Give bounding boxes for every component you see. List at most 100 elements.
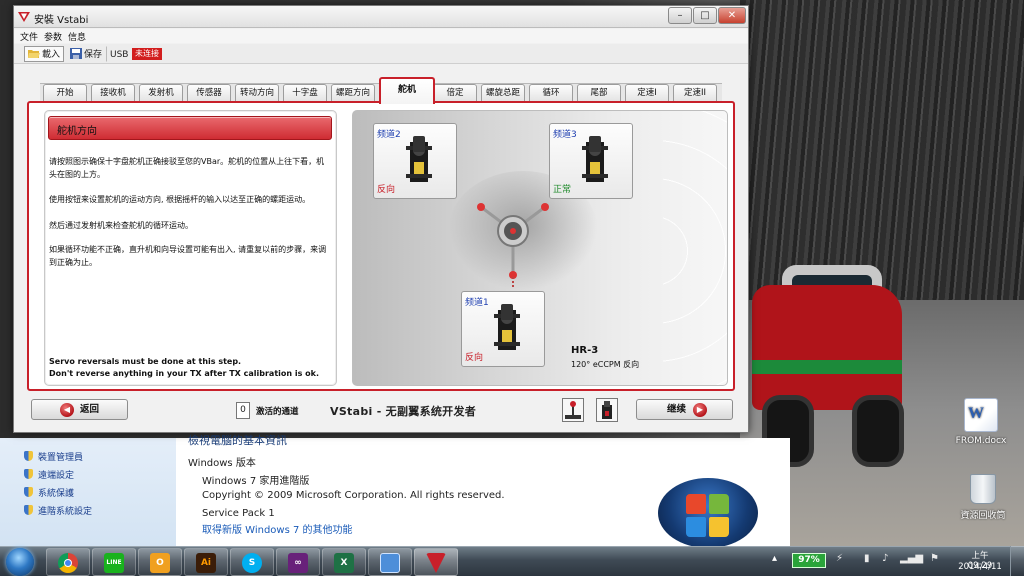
- back-button[interactable]: ◀ 返回: [31, 399, 128, 420]
- taskbar-visual-studio[interactable]: ∞: [276, 548, 320, 576]
- volume-icon[interactable]: ♪: [882, 553, 888, 564]
- copyright-text: Copyright © 2009 Microsoft Corporation. …: [202, 490, 505, 501]
- menu-info[interactable]: 信息: [68, 30, 86, 43]
- servo-tool-button[interactable]: [596, 398, 618, 422]
- instructions-panel: 舵机方向 请按照图示确保十字盘舵机正确接驳至您的VBar。舵机的位置从上往下看，…: [44, 110, 337, 386]
- servo-diagram-panel: 频道2 反向 频道3 正常 频道1 反向 HR-3 120° eCCPM 反向: [352, 110, 728, 386]
- taskbar-excel[interactable]: X: [322, 548, 366, 576]
- back-button-label: 返回: [80, 404, 100, 415]
- servo-icon: [582, 136, 608, 182]
- clock-date[interactable]: 2014/4/11: [956, 562, 1004, 572]
- shield-icon: [24, 505, 33, 515]
- tray-icon[interactable]: ▮: [864, 553, 870, 564]
- tab-transmitter[interactable]: 发射机: [139, 84, 183, 102]
- tab-pitch-direction[interactable]: 螺距方向: [331, 84, 375, 102]
- folder-open-icon: [28, 50, 40, 58]
- menu-file[interactable]: 文件: [20, 30, 38, 43]
- arrow-left-icon: ◀: [60, 403, 74, 417]
- tab-tail[interactable]: 尾部: [577, 84, 621, 102]
- save-button[interactable]: 保存: [66, 46, 106, 62]
- brand-text: VStabi - 无副翼系统开发者: [330, 405, 477, 418]
- decorative-swirl: [663, 111, 727, 385]
- toolbar: 載入 保存 USB 未连接: [14, 44, 748, 64]
- tab-cyclic[interactable]: 循环: [529, 84, 573, 102]
- load-button[interactable]: 載入: [24, 46, 65, 62]
- tab-servo[interactable]: 舵机: [379, 77, 435, 104]
- taskbar-chrome[interactable]: [46, 548, 90, 576]
- illustrator-icon: Ai: [196, 553, 216, 573]
- servo-channel-2[interactable]: 频道2 反向: [373, 123, 457, 199]
- taskbar-remote-desktop[interactable]: [368, 548, 412, 576]
- servo-direction-toggle[interactable]: 反向: [377, 182, 395, 195]
- sidebar-link-device-manager[interactable]: 裝置管理員: [24, 450, 83, 463]
- system-properties-heading: 檢視電腦的基本資訊: [188, 434, 287, 447]
- window-title: 安裝 Vstabi: [34, 15, 89, 26]
- desktop-wallpaper-trees: [740, 0, 1024, 300]
- minimize-button[interactable]: –: [668, 7, 692, 24]
- desktop-icon-recycle-bin[interactable]: 資源回收筒: [948, 474, 1018, 521]
- windows-edition: Windows 7 家用進階版: [202, 476, 310, 487]
- taskbar-skype[interactable]: S: [230, 548, 274, 576]
- servo-channel-3[interactable]: 频道3 正常: [549, 123, 633, 199]
- windows-orb-icon: [6, 548, 34, 576]
- sidebar-link-remote-settings[interactable]: 遠端設定: [24, 468, 74, 481]
- windows-edition-label: Windows 版本: [188, 458, 256, 469]
- tab-governor-1[interactable]: 定速I: [625, 84, 669, 102]
- start-button[interactable]: [3, 547, 37, 576]
- taskbar: LINE O Ai S ∞ X: [0, 546, 1024, 576]
- windows-logo: [658, 478, 758, 548]
- show-desktop-button[interactable]: [1010, 546, 1024, 576]
- tab-swashplate[interactable]: 十字盘: [283, 84, 327, 102]
- servo-direction-toggle[interactable]: 反向: [465, 350, 483, 363]
- servo-channel-label: 频道1: [465, 298, 489, 308]
- tab-sensor[interactable]: 传感器: [187, 84, 231, 102]
- taskbar-illustrator[interactable]: Ai: [184, 548, 228, 576]
- wizard-content: 舵机方向 请按照图示确保十字盘舵机正确接驳至您的VBar。舵机的位置从上往下看，…: [27, 101, 735, 391]
- model-swash-type: 120° eCCPM 反向: [571, 360, 640, 369]
- menu-parameters[interactable]: 参数: [44, 30, 62, 43]
- close-button[interactable]: ✕: [718, 7, 746, 24]
- battery-indicator[interactable]: 97%: [792, 553, 826, 568]
- maximize-button[interactable]: □: [693, 7, 717, 24]
- desktop-icon-label: FROM.docx: [955, 436, 1007, 446]
- next-button-label: 继续: [667, 404, 687, 415]
- taskbar-line[interactable]: LINE: [92, 548, 136, 576]
- active-channel-label: 激活的通道: [256, 407, 299, 417]
- instruction-paragraph-1: 请按照图示确保十字盘舵机正确接驳至您的VBar。舵机的位置从上往下看，机头在图的…: [49, 157, 325, 179]
- flag-icon[interactable]: ⚑: [930, 553, 939, 564]
- service-pack: Service Pack 1: [202, 508, 275, 519]
- vstabi-icon: [426, 553, 446, 573]
- instruction-paragraph-2: 使用按钮来设置舵机的运动方向, 根据摇杆的输入以达至正确的螺距运动。: [49, 195, 311, 204]
- network-icon[interactable]: ▂▄▆: [900, 553, 923, 564]
- active-channel-count: 0: [236, 402, 250, 419]
- visual-studio-icon: ∞: [288, 553, 308, 573]
- vstabi-setup-window: 安裝 Vstabi – □ ✕ 文件 参数 信息 載入 保存 USB 未连接 开…: [13, 5, 749, 433]
- joystick-icon-button[interactable]: [562, 398, 584, 422]
- servo-reversal-note: Servo reversals must be done at this ste…: [49, 357, 320, 378]
- taskbar-outlook[interactable]: O: [138, 548, 182, 576]
- shield-icon: [24, 487, 33, 497]
- shield-icon: [24, 451, 33, 461]
- service-pack-link[interactable]: 取得新版 Windows 7 的其他功能: [202, 521, 353, 536]
- tab-collective-pitch[interactable]: 螺旋总距: [481, 84, 525, 102]
- panel-title: 舵机方向: [57, 126, 97, 137]
- servo-channel-1[interactable]: 频道1 反向: [461, 291, 545, 367]
- sidebar-link-system-protection[interactable]: 系統保護: [24, 486, 74, 499]
- servo-direction-toggle[interactable]: 正常: [553, 182, 571, 195]
- tab-calibration[interactable]: 倍定: [433, 84, 477, 102]
- instruction-paragraph-4: 如果循环功能不正确，直升机和向导设置可能有出入, 请重复以前的步骤，来调到正确为…: [49, 245, 327, 267]
- taskbar-vstabi[interactable]: [414, 548, 458, 576]
- swashplate-diagram: [477, 203, 549, 289]
- arrow-right-icon: ▶: [693, 403, 707, 417]
- tab-rotation-direction[interactable]: 转动方向: [235, 84, 279, 102]
- model-name: HR-3: [571, 345, 599, 356]
- desktop-icon-from-docx[interactable]: W FROM.docx: [946, 398, 1016, 446]
- tray-expand-arrow[interactable]: ▴: [772, 553, 777, 564]
- power-icon[interactable]: ⚡: [836, 553, 843, 564]
- sidebar-link-advanced-settings[interactable]: 進階系統設定: [24, 504, 92, 517]
- tab-governor-2[interactable]: 定速II: [673, 84, 717, 102]
- title-bar[interactable]: 安裝 Vstabi – □ ✕: [14, 6, 748, 28]
- tab-receiver[interactable]: 接收机: [91, 84, 135, 102]
- next-button[interactable]: 继续 ▶: [636, 399, 733, 420]
- tab-start[interactable]: 开始: [43, 84, 87, 102]
